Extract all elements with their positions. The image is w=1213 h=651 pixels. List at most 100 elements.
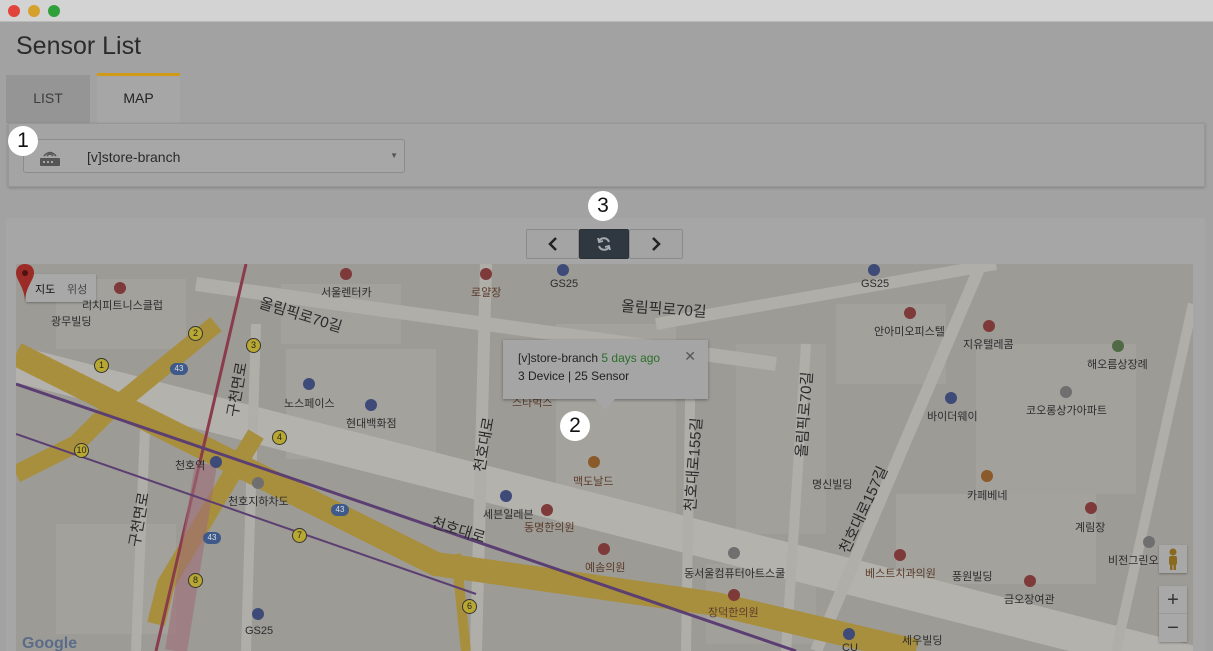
prev-button[interactable] (526, 229, 579, 259)
place-label: 바이더웨이 (927, 411, 978, 423)
home-icon (1060, 386, 1072, 398)
refresh-button[interactable] (579, 229, 629, 259)
map-type-map[interactable]: 지도 (35, 281, 55, 297)
subway-line-marker: 10 (74, 443, 89, 458)
info-branch-name: [v]store-branch (518, 351, 599, 365)
callout-2: 2 (560, 411, 590, 441)
place-label: CU (842, 642, 858, 651)
store-icon (252, 608, 264, 620)
place-label: 장덕한의원 (708, 607, 759, 619)
cafe-icon (981, 470, 993, 482)
zoom-controls: + − (1159, 586, 1187, 642)
place-icon (340, 268, 352, 280)
refresh-icon (597, 237, 611, 251)
place-label: 천호지하차도 (228, 496, 289, 508)
shop-icon (303, 378, 315, 390)
subway-station-icon (210, 456, 222, 468)
page: Sensor List LIST MAP [v]store-branch ▼ 1 (0, 22, 1213, 651)
branch-select[interactable]: [v]store-branch ▼ (23, 139, 405, 173)
zoom-out-button[interactable]: − (1159, 614, 1187, 642)
tab-map[interactable]: MAP (97, 73, 180, 123)
hospital-icon (728, 589, 740, 601)
store-icon (945, 392, 957, 404)
place-label: 동명한의원 (524, 522, 575, 534)
place-label: 금오장여관 (1004, 594, 1055, 606)
place-label: 노스페이스 (284, 398, 335, 410)
map-pin-icon[interactable] (16, 264, 34, 302)
place-label: 계림장 (1075, 522, 1106, 534)
maximize-window-button[interactable] (48, 5, 60, 17)
shop-icon (365, 399, 377, 411)
place-label: 동서울컴퓨터아트스쿨 (684, 568, 786, 580)
route-shield: 43 (203, 532, 221, 544)
restaurant-icon (588, 456, 600, 468)
place-label: 지유텔레콤 (963, 339, 1014, 351)
subway-line-marker: 6 (462, 599, 477, 614)
pegman-icon (1169, 548, 1177, 570)
subway-line-marker: 8 (188, 573, 203, 588)
place-icon (114, 282, 126, 294)
info-summary: 3 Device | 25 Sensor (518, 369, 630, 383)
route-shield: 43 (331, 504, 349, 516)
zoom-in-button[interactable]: + (1159, 586, 1187, 614)
page-title: Sensor List (16, 32, 142, 60)
place-label: 로얄장 (471, 287, 502, 299)
store-icon (500, 490, 512, 502)
place-label: 광무빌딩 (51, 316, 92, 328)
school-icon (728, 547, 740, 559)
chevron-left-icon (547, 237, 557, 251)
hospital-icon (598, 543, 610, 555)
subway-line-marker: 1 (94, 358, 109, 373)
place-label: 해오름상장례 (1087, 359, 1148, 371)
place-label: 풍원빌딩 (952, 571, 993, 583)
street-view-pegman[interactable] (1159, 545, 1187, 573)
close-icon[interactable]: ✕ (684, 348, 696, 365)
store-icon (557, 264, 569, 276)
branch-filter-panel: [v]store-branch ▼ (8, 123, 1205, 187)
callout-1: 1 (8, 126, 38, 156)
place-label: GS25 (861, 278, 890, 290)
place-label: 서울렌터카 (321, 287, 372, 299)
close-window-button[interactable] (8, 5, 20, 17)
map-type-satellite[interactable]: 위성 (67, 281, 87, 297)
subway-line-marker: 7 (292, 528, 307, 543)
place-label: 예솜의원 (585, 562, 626, 574)
place-label: 명신빌딩 (812, 479, 853, 491)
home-icon (1143, 536, 1155, 548)
branch-select-value: [v]store-branch (87, 149, 181, 165)
place-label: 천호역 (175, 460, 206, 472)
store-icon (868, 264, 880, 276)
router-icon (40, 151, 60, 166)
place-label: GS25 (550, 278, 579, 290)
place-label: 비전그린오 (1108, 555, 1159, 567)
next-button[interactable] (629, 229, 683, 259)
caret-down-icon: ▼ (390, 151, 398, 160)
info-last-seen: 5 days ago (601, 351, 661, 365)
hotel-icon (480, 268, 492, 280)
window-titlebar (0, 0, 1213, 22)
map-section: 지도 위성 올림픽로70길 올림픽로70길 천호대로 천호대로 천호대로155길… (6, 218, 1205, 651)
minimize-window-button[interactable] (28, 5, 40, 17)
hospital-icon (894, 549, 906, 561)
google-logo: Google (22, 635, 78, 651)
chevron-right-icon (652, 237, 661, 251)
hotel-icon (1024, 575, 1036, 587)
place-label: 현대백화점 (346, 418, 397, 430)
place-label: 코오롱상가아파트 (1026, 405, 1107, 417)
place-label: 안아미오피스텔 (874, 326, 945, 338)
tab-list[interactable]: LIST (6, 75, 90, 123)
hospital-icon (541, 504, 553, 516)
place-label: 세우빌딩 (902, 635, 943, 647)
place-label: 리치피트니스클럽 (82, 300, 163, 312)
park-icon (1112, 340, 1124, 352)
subway-line-marker: 3 (246, 338, 261, 353)
info-window-pointer (595, 399, 615, 410)
callout-3: 3 (588, 191, 618, 221)
store-icon (843, 628, 855, 640)
place-icon (983, 320, 995, 332)
marker-place-label: 맥도날드 (573, 476, 614, 488)
info-title: [v]store-branch 5 days ago (518, 351, 660, 365)
map-view[interactable]: 지도 위성 올림픽로70길 올림픽로70길 천호대로 천호대로 천호대로155길… (16, 264, 1193, 651)
place-label: GS25 (245, 625, 274, 637)
place-icon (252, 477, 264, 489)
